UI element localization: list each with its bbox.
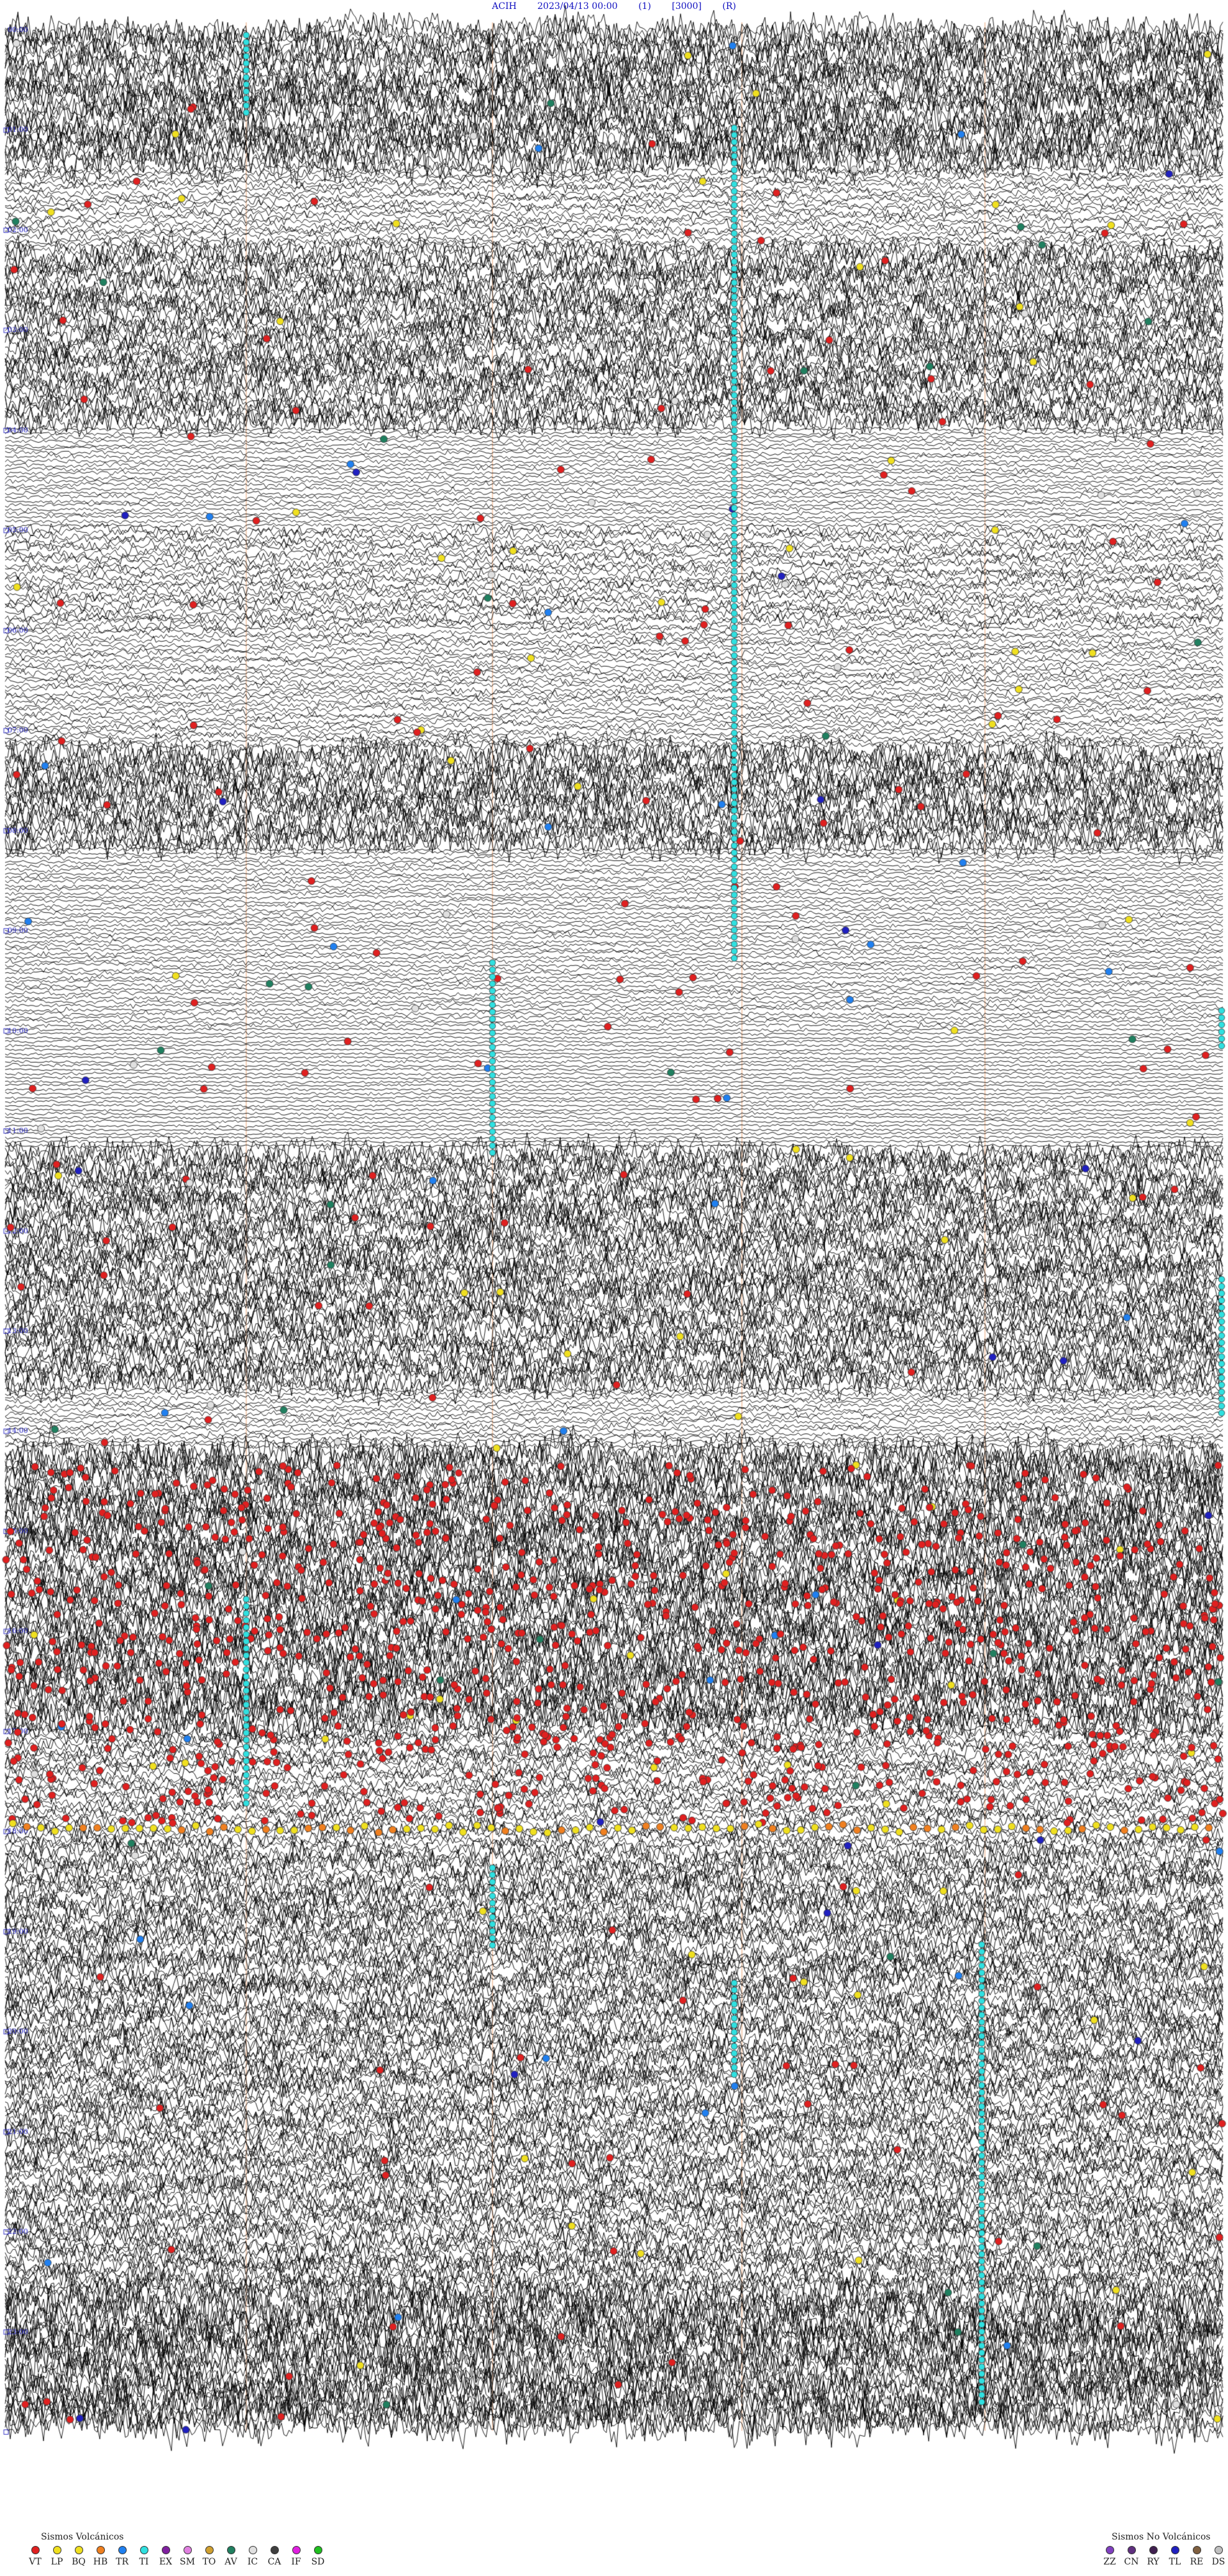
legend-volcanic-marker-icon [118, 2546, 127, 2554]
legend-nonvolcanic-code: ZZ [1103, 2557, 1116, 2567]
legend-nonvolcanic-code: RY [1147, 2557, 1160, 2567]
legend-volcanic-code: LP [51, 2557, 63, 2567]
legend-nonvolcanic-marker-icon [1192, 2546, 1201, 2554]
legend-volcanic-code: SD [311, 2557, 325, 2567]
legend-volcanic-item-tr: TR [111, 2546, 133, 2567]
legend-volcanic-code: TO [202, 2557, 216, 2567]
legend-nonvolcanic-item-cn: CN [1121, 2546, 1142, 2567]
legend-nonvolcanic-item-tl: TL [1164, 2546, 1186, 2567]
legend-volcanic-code: IF [291, 2557, 301, 2567]
legend-volcanic-code: BQ [72, 2557, 86, 2567]
legend-nonvolcanic-marker-icon [1149, 2546, 1158, 2554]
legend-volcanic-marker-icon [31, 2546, 40, 2554]
legend-volcanic-item-vt: VT [24, 2546, 46, 2567]
legend-volcanic-marker-icon [139, 2546, 148, 2554]
datetime-label: 2023/04/13 00:00 [537, 1, 618, 12]
legend-volcanic-item-to: TO [198, 2546, 220, 2567]
legend-volcanic-item-ca: CA [264, 2546, 285, 2567]
flag-label: (R) [722, 1, 736, 12]
legend-volcanic-marker-icon [270, 2546, 279, 2554]
legend-volcanic-items: VT LP BQ HB TR TI EX SM TO AV IC CA IF SD [24, 2546, 329, 2567]
legend-volcanic-item-lp: LP [46, 2546, 68, 2567]
legend-volcanic-code: TR [116, 2557, 129, 2567]
legend-nonvolcanic-code: TL [1169, 2557, 1181, 2567]
legend-volcanic-marker-icon [74, 2546, 83, 2554]
legend-nonvolcanic-items: ZZ CN RY TL RE DS [1099, 2546, 1228, 2567]
legend-volcanic-item-sd: SD [307, 2546, 329, 2567]
legend-nonvolcanic-item-zz: ZZ [1099, 2546, 1121, 2567]
legend-volcanic-item-bq: BQ [68, 2546, 90, 2567]
legend-volcanic-code: EX [159, 2557, 173, 2567]
legend-nonvolcanic-marker-icon [1170, 2546, 1179, 2554]
legend-volcanic-code: VT [29, 2557, 42, 2567]
legend-nonvolcanic-marker-icon [1214, 2546, 1223, 2554]
legend-nonvolcanic-title: Sismos No Volcánicos [1112, 2532, 1211, 2542]
scale-label: [3000] [672, 1, 702, 12]
legend-volcanic-code: AV [224, 2557, 237, 2567]
chart-header: ACIH 2023/04/13 00:00 (1) [3000] (R) [0, 1, 1228, 12]
legend-volcanic-code: SM [180, 2557, 195, 2567]
legend-volcanic-item-av: AV [220, 2546, 242, 2567]
legend-nonvolcanic-item-ry: RY [1142, 2546, 1164, 2567]
legend-volcanic-marker-icon [96, 2546, 105, 2554]
legend-volcanic-code: IC [247, 2557, 258, 2567]
legend-volcanic-code: CA [267, 2557, 281, 2567]
legend-volcanic-title: Sismos Volcánicos [41, 2532, 124, 2542]
legend-volcanic-marker-icon [183, 2546, 192, 2554]
legend-volcanic-code: HB [93, 2557, 108, 2567]
legend-volcanic-item-ti: TI [133, 2546, 155, 2567]
legend-volcanic-item-hb: HB [90, 2546, 111, 2567]
channel-label: (1) [638, 1, 651, 12]
legend-nonvolcanic-marker-icon [1127, 2546, 1136, 2554]
legend-volcanic-marker-icon [313, 2546, 322, 2554]
legend-volcanic-marker-icon [248, 2546, 257, 2554]
legend-nonvolcanic-marker-icon [1105, 2546, 1114, 2554]
seismogram-plot [0, 0, 1228, 2463]
legend-nonvolcanic-item-ds: DS [1208, 2546, 1228, 2567]
legend-volcanic-code: TI [139, 2557, 149, 2567]
legend-volcanic-item-sm: SM [177, 2546, 198, 2567]
legend-nonvolcanic-code: DS [1211, 2557, 1225, 2567]
legend-nonvolcanic-code: CN [1124, 2557, 1139, 2567]
legend-volcanic-marker-icon [161, 2546, 170, 2554]
legend-volcanic-marker-icon [52, 2546, 61, 2554]
legend-volcanic-item-if: IF [285, 2546, 307, 2567]
station-name: ACIH [492, 1, 517, 12]
legend-volcanic-marker-icon [226, 2546, 235, 2554]
legend-volcanic-marker-icon [205, 2546, 214, 2554]
legend-volcanic-item-ex: EX [155, 2546, 177, 2567]
legend-nonvolcanic-item-re: RE [1186, 2546, 1208, 2567]
legend-volcanic-marker-icon [292, 2546, 301, 2554]
legend-volcanic-item-ic: IC [242, 2546, 264, 2567]
legend-nonvolcanic-code: RE [1190, 2557, 1204, 2567]
